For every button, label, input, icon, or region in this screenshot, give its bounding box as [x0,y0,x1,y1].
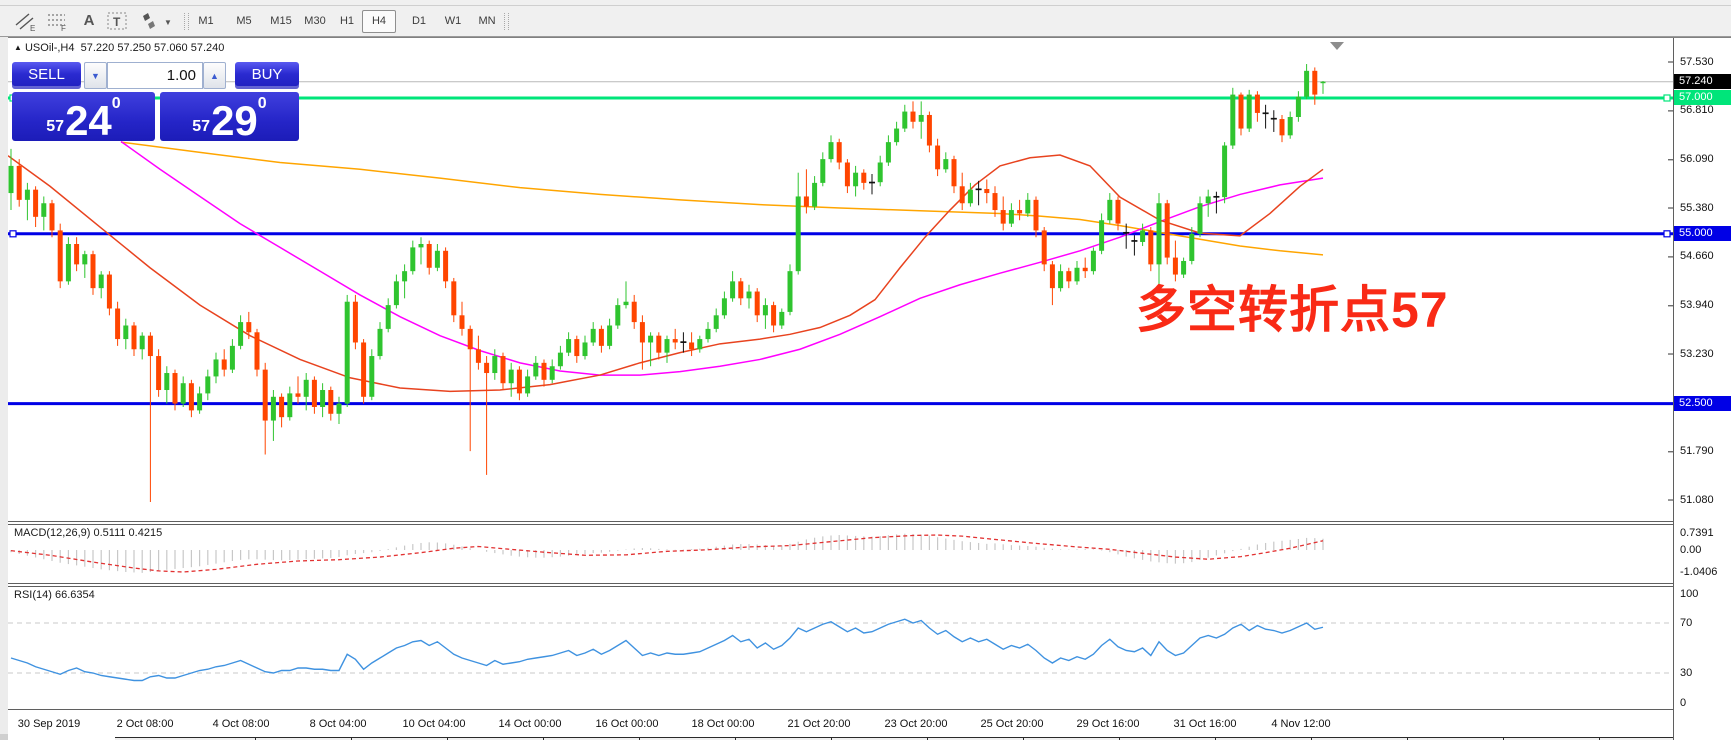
price-badge-52.500: 52.500 [1674,396,1731,411]
symbol-name: USOil-,H4 [25,42,75,54]
equidistant-channel-icon[interactable]: E [12,10,38,32]
sell-price-sup: 0 [112,95,121,113]
svg-text:E: E [30,24,35,32]
price-tick-51.790: 51.790 [1680,445,1714,457]
time-label-5: 14 Oct 00:00 [499,718,562,730]
price-tick-56.810: 56.810 [1680,104,1714,116]
volume-up-button[interactable]: ▲ [203,62,226,89]
volume-input[interactable]: 1.00 [107,62,203,89]
time-label-4: 10 Oct 04:00 [403,718,466,730]
price-tick-53.940: 53.940 [1680,299,1714,311]
time-label-10: 25 Oct 20:00 [981,718,1044,730]
price-tick-54.660: 54.660 [1680,250,1714,262]
timeframe-w1[interactable]: W1 [438,10,468,33]
text-label-icon[interactable]: T [104,10,130,32]
price-tick-53.230: 53.230 [1680,348,1714,360]
timeframe-h4[interactable]: H4 [362,10,396,33]
timeframe-h1[interactable]: H1 [332,10,362,33]
buy-price-big: 29 [211,102,258,141]
buy-price-small: 57 [192,118,210,136]
volume-down-button[interactable]: ▼ [84,62,107,89]
symbol-header: ▲ USOil-,H4 57.220 57.250 57.060 57.240 [14,42,224,54]
mt4-terminal: E F A T ▼ M1 M5M15M30H1H4 D1W1MN ▲ USOil-,… [0,0,1731,740]
time-label-7: 18 Oct 00:00 [692,718,755,730]
symbol-collapse-icon[interactable]: ▲ [14,43,22,52]
time-label-13: 4 Nov 12:00 [1271,718,1330,730]
time-label-3: 8 Oct 04:00 [310,718,367,730]
macd-label: MACD(12,26,9) 0.5111 0.4215 [14,527,162,539]
arrow-tools-icon[interactable] [136,10,162,32]
price-tick-56.090: 56.090 [1680,153,1714,165]
price-tick-51.080: 51.080 [1680,494,1714,506]
toolbar-grip[interactable] [184,13,189,30]
sell-price-big: 24 [65,102,112,141]
sell-price-button[interactable]: 57 24 0 [12,92,155,141]
timeframe-m5[interactable]: M5 [228,10,260,33]
rsi-label: RSI(14) 66.6354 [14,589,95,601]
toolbar-grip-2[interactable] [504,13,509,30]
time-label-12: 31 Oct 16:00 [1174,718,1237,730]
time-label-9: 23 Oct 20:00 [885,718,948,730]
price-badge-57.000: 57.000 [1674,90,1731,105]
time-label-6: 16 Oct 00:00 [596,718,659,730]
timeframe-m1[interactable]: M1 [190,10,222,33]
price-tick-57.530: 57.530 [1680,56,1714,68]
timeframe-mn[interactable]: MN [470,10,504,33]
time-label-2: 4 Oct 08:00 [213,718,270,730]
buy-price-sup: 0 [258,95,267,113]
price-tick-55.380: 55.380 [1680,202,1714,214]
time-label-0: 30 Sep 2019 [18,718,80,730]
time-label-8: 21 Oct 20:00 [788,718,851,730]
dropdown-caret-icon[interactable]: ▼ [164,18,172,27]
chart-annotation-text: 多空转折点57 [1136,270,1449,342]
time-axis[interactable]: 30 Sep 2019 2 Oct 08:00 4 Oct 08:00 8 Oct 0… [8,711,1731,740]
time-label-1: 2 Oct 08:00 [117,718,174,730]
rsi-tick-0: 0 [1680,697,1686,709]
symbol-ohlc: 57.220 57.250 57.060 57.240 [81,42,225,54]
rsi-tick-70: 70 [1680,617,1692,629]
text-icon[interactable]: A [76,10,102,32]
price-badge-57.240: 57.240 [1674,74,1731,89]
timeframe-m30[interactable]: M30 [296,10,334,33]
macd-tick--1.0406: -1.0406 [1680,566,1717,578]
rsi-tick-30: 30 [1680,667,1692,679]
sell-button[interactable]: SELL [12,62,81,89]
macd-tick-0.7391: 0.7391 [1680,527,1714,539]
chart-window: ▲ USOil-,H4 57.220 57.250 57.060 57.240 … [8,37,1731,740]
buy-price-button[interactable]: 57 29 0 [160,92,299,141]
timeframe-d1[interactable]: D1 [404,10,434,33]
macd-tick-0.00: 0.00 [1680,544,1701,556]
sell-price-small: 57 [46,118,64,136]
price-axis[interactable]: 57.530 56.810 56.090 55.380 54.660 53.940 53.2… [1673,38,1731,740]
macd-canvas[interactable] [8,524,1673,583]
chart-shift-marker-icon[interactable] [1330,42,1344,50]
fibonacci-lines-icon[interactable]: F [44,10,70,32]
timeframe-m15[interactable]: M15 [262,10,300,33]
svg-text:F: F [61,24,66,32]
one-click-trading-panel: SELL ▼ 1.00 ▲ BUY 57 24 0 57 29 0 [10,62,301,141]
rsi-canvas[interactable] [8,586,1673,709]
price-badge-55.000: 55.000 [1674,226,1731,241]
svg-text:T: T [113,15,121,29]
time-label-11: 29 Oct 16:00 [1077,718,1140,730]
charts-toolbar: E F A T ▼ M1 M5M15M30H1H4 D1W1MN [0,6,1731,37]
rsi-tick-100: 100 [1680,588,1698,600]
buy-button[interactable]: BUY [235,62,299,89]
